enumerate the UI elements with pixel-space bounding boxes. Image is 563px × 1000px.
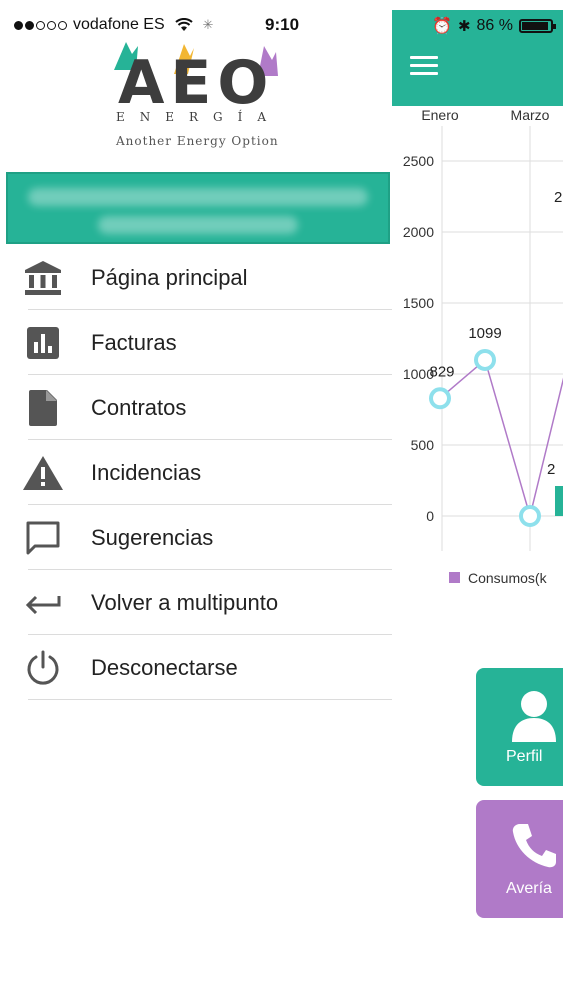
menu-item-contratos[interactable]: Contratos	[0, 375, 392, 440]
user-info-banner	[6, 172, 390, 244]
perfil-tile[interactable]: Perfil	[476, 668, 563, 786]
menu-item-desconectarse[interactable]: Desconectarse	[0, 635, 392, 700]
menu-item-label: Contratos	[91, 394, 187, 420]
data-point	[429, 387, 451, 410]
navigation-drawer: vodafone ES ✳ 9:10 AEO ENERGÍA Another E…	[0, 0, 392, 1000]
y-tick-label: 2500	[403, 153, 434, 169]
consumption-chart: 05001000150020002500Enero Marzo829109922C…	[403, 107, 563, 586]
legend-label: Consumos(k	[468, 570, 548, 586]
bar-chart-icon	[23, 323, 63, 363]
y-tick-label: 500	[411, 437, 435, 453]
series-line	[439, 358, 563, 519]
menu-item-volver-multipunto[interactable]: Volver a multipunto	[0, 570, 392, 635]
y-tick-label: 1500	[403, 295, 434, 311]
data-label: 829	[429, 363, 454, 380]
legend-swatch	[449, 572, 460, 583]
menu-item-facturas[interactable]: Facturas	[0, 310, 392, 375]
menu-item-pagina-principal[interactable]: Página principal	[0, 245, 392, 310]
document-icon	[23, 388, 63, 428]
menu-item-label: Página principal	[91, 264, 248, 290]
signal-strength-icon	[14, 20, 67, 30]
comment-icon	[23, 518, 63, 558]
loading-spinner-icon: ✳	[202, 17, 214, 32]
menu-item-incidencias[interactable]: Incidencias	[0, 440, 392, 505]
wifi-icon	[174, 18, 193, 31]
alarm-icon: ⏰	[432, 18, 452, 35]
y-tick-label: 2000	[403, 224, 434, 240]
phone-icon	[512, 824, 556, 868]
data-label: 2	[547, 461, 555, 478]
averia-tile-label: Avería	[506, 880, 552, 897]
aeo-logo: AEO ENERGÍA Another Energy Option	[108, 40, 288, 150]
bar-mark	[555, 486, 563, 516]
power-icon	[23, 648, 63, 688]
menu-item-sugerencias[interactable]: Sugerencias	[0, 505, 392, 570]
data-point	[474, 348, 496, 371]
battery-percent: 86 %	[476, 17, 513, 34]
status-bar-right: ⏰ ✱ 86 %	[392, 12, 563, 40]
menu-item-label: Volver a multipunto	[91, 589, 279, 615]
drawer-menu: Página principal Facturas Contratos Inci…	[0, 245, 392, 700]
menu-item-label: Desconectarse	[91, 654, 238, 680]
averia-tile[interactable]: Avería	[476, 800, 563, 918]
x-tick-label: Enero	[421, 107, 459, 123]
user-icon	[512, 691, 556, 742]
carrier-name: vodafone ES	[73, 16, 165, 33]
data-label: 1099	[468, 325, 501, 342]
logo-subtitle: ENERGÍA	[116, 110, 282, 124]
menu-item-label: Facturas	[91, 329, 177, 355]
warning-icon	[23, 453, 63, 493]
menu-item-label: Incidencias	[91, 459, 202, 485]
status-bar: vodafone ES ✳ 9:10	[0, 10, 392, 40]
data-point	[519, 505, 541, 527]
menu-item-label: Sugerencias	[91, 524, 214, 550]
logo-letters: AEO	[118, 48, 275, 118]
back-arrow-icon	[23, 583, 63, 623]
logo-tagline: Another Energy Option	[116, 134, 279, 148]
bank-icon	[23, 258, 63, 298]
hamburger-menu-icon[interactable]	[410, 56, 438, 76]
bluetooth-icon: ✱	[457, 18, 471, 35]
perfil-tile-label: Perfil	[506, 748, 543, 765]
x-tick-label: Marzo	[511, 107, 550, 123]
battery-icon	[519, 19, 556, 33]
status-time: 9:10	[265, 15, 300, 34]
data-label: 2	[554, 189, 562, 206]
y-tick-label: 0	[426, 508, 434, 524]
dashboard-screen: ⏰ ✱ 86 % 0 500 1000 1500 2000 2500 Enero Marzo 8…	[392, 0, 563, 1000]
